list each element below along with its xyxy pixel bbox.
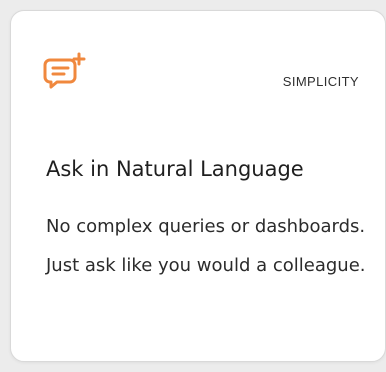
category-badge: SIMPLICITY (282, 74, 359, 89)
card-title: Ask in Natural Language (46, 157, 304, 181)
feature-card: SIMPLICITY Ask in Natural Language No co… (10, 10, 386, 362)
chat-plus-icon (43, 49, 87, 93)
card-description: No complex queries or dashboards. Just a… (46, 216, 366, 276)
